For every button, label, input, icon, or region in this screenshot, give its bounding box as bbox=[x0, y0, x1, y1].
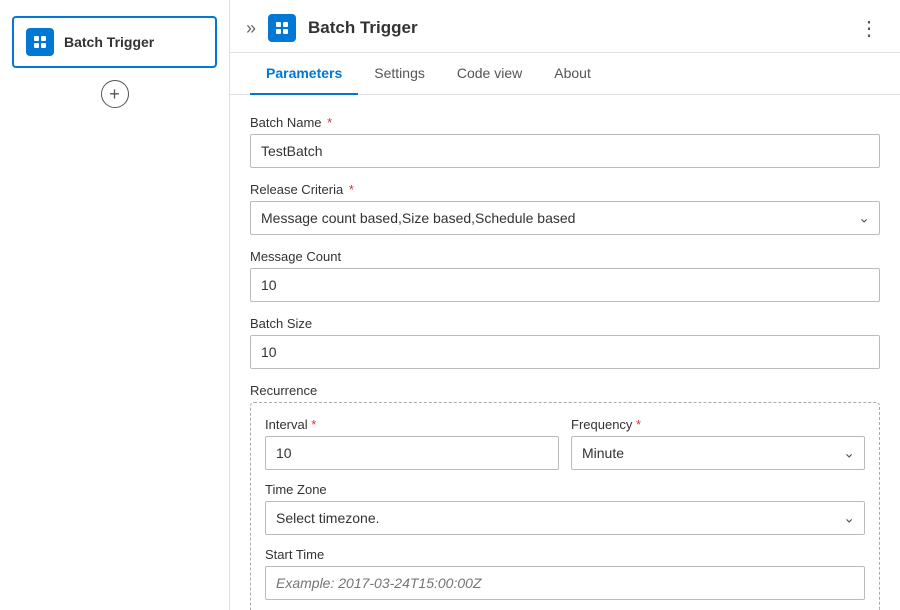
main-panel: » Batch Trigger ⋮ Parameters Settings Co… bbox=[230, 0, 900, 610]
message-count-input[interactable] bbox=[250, 268, 880, 302]
add-item-button[interactable]: + bbox=[101, 80, 129, 108]
sidebar-item-batch-trigger[interactable]: Batch Trigger bbox=[12, 16, 217, 68]
release-criteria-select-wrapper: Message count based,Size based,Schedule … bbox=[250, 201, 880, 235]
frequency-label: Frequency * bbox=[571, 417, 865, 432]
more-options-icon[interactable]: ⋮ bbox=[859, 16, 880, 41]
batch-size-group: Batch Size bbox=[250, 316, 880, 369]
tab-about[interactable]: About bbox=[538, 53, 607, 95]
release-criteria-select[interactable]: Message count based,Size based,Schedule … bbox=[250, 201, 880, 235]
sidebar: Batch Trigger + bbox=[0, 0, 230, 610]
message-count-label: Message Count bbox=[250, 249, 880, 264]
recurrence-group: Recurrence Interval * Frequency * bbox=[250, 383, 880, 610]
interval-input[interactable] bbox=[265, 436, 559, 470]
timezone-field: Time Zone Select timezone. ⌄ bbox=[265, 482, 865, 535]
tab-bar: Parameters Settings Code view About bbox=[230, 53, 900, 95]
timezone-select-wrapper: Select timezone. ⌄ bbox=[265, 501, 865, 535]
start-time-field: Start Time bbox=[265, 547, 865, 600]
start-time-input[interactable] bbox=[265, 566, 865, 600]
recurrence-box: Interval * Frequency * Second Minute bbox=[250, 402, 880, 610]
frequency-select-wrapper: Second Minute Hour Day Week Month ⌄ bbox=[571, 436, 865, 470]
release-criteria-label: Release Criteria * bbox=[250, 182, 880, 197]
header-title: Batch Trigger bbox=[308, 18, 847, 38]
release-criteria-group: Release Criteria * Message count based,S… bbox=[250, 182, 880, 235]
main-header: » Batch Trigger ⋮ bbox=[230, 0, 900, 53]
timezone-label: Time Zone bbox=[265, 482, 865, 497]
batch-name-group: Batch Name * bbox=[250, 115, 880, 168]
batch-size-input[interactable] bbox=[250, 335, 880, 369]
header-icon bbox=[268, 14, 296, 42]
tab-code-view[interactable]: Code view bbox=[441, 53, 538, 95]
batch-size-label: Batch Size bbox=[250, 316, 880, 331]
collapse-icon[interactable]: » bbox=[246, 18, 256, 39]
batch-name-label: Batch Name * bbox=[250, 115, 880, 130]
batch-trigger-icon bbox=[26, 28, 54, 56]
recurrence-label: Recurrence bbox=[250, 383, 880, 398]
tab-parameters[interactable]: Parameters bbox=[250, 53, 358, 95]
tab-settings[interactable]: Settings bbox=[358, 53, 441, 95]
timezone-select[interactable]: Select timezone. bbox=[265, 501, 865, 535]
batch-name-input[interactable] bbox=[250, 134, 880, 168]
interval-frequency-row: Interval * Frequency * Second Minute bbox=[265, 417, 865, 470]
form-area: Batch Name * Release Criteria * Message … bbox=[230, 95, 900, 610]
interval-label: Interval * bbox=[265, 417, 559, 432]
message-count-group: Message Count bbox=[250, 249, 880, 302]
frequency-select[interactable]: Second Minute Hour Day Week Month bbox=[571, 436, 865, 470]
start-time-label: Start Time bbox=[265, 547, 865, 562]
sidebar-item-label: Batch Trigger bbox=[64, 34, 154, 50]
frequency-field: Frequency * Second Minute Hour Day Week … bbox=[571, 417, 865, 470]
interval-field: Interval * bbox=[265, 417, 559, 470]
